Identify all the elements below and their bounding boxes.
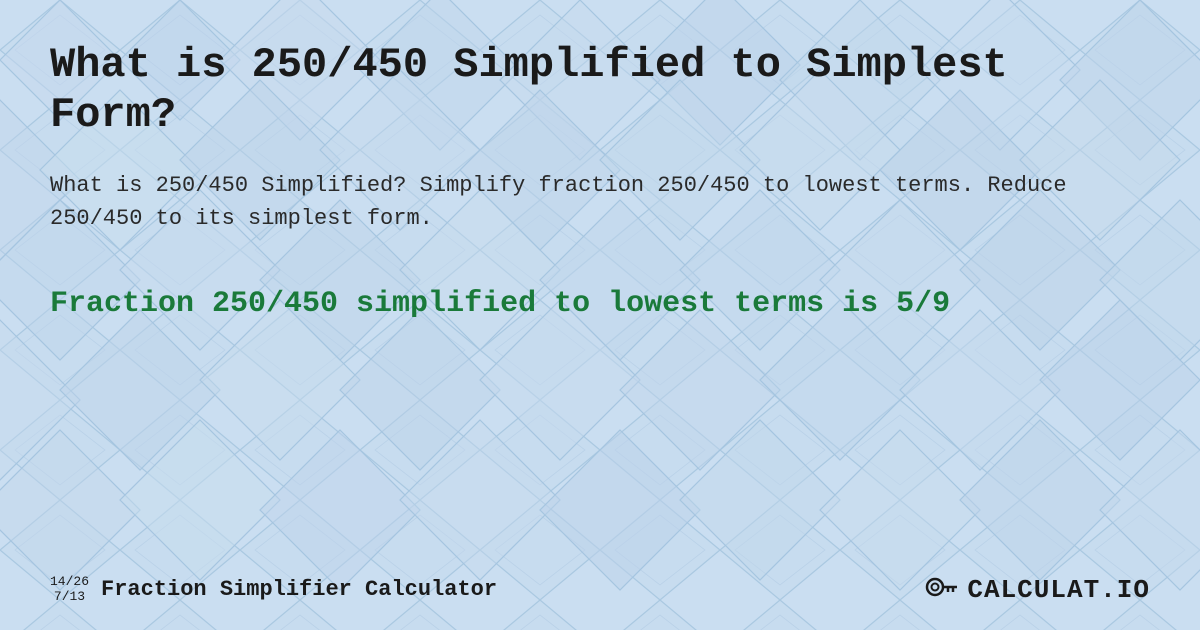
footer-brand: CALCULAT.IO [923, 569, 1150, 610]
brand-name: CALCULAT.IO [967, 575, 1150, 605]
calculator-icon [923, 569, 959, 610]
main-content: What is 250/450 Simplified to Simplest F… [0, 0, 1200, 354]
description-text: What is 250/450 Simplified? Simplify fra… [50, 169, 1150, 235]
fraction-top: 14/26 [50, 575, 89, 589]
site-label: Fraction Simplifier Calculator [101, 577, 497, 602]
footer: 14/26 7/13 Fraction Simplifier Calculato… [50, 569, 1150, 610]
footer-fractions: 14/26 7/13 [50, 575, 89, 604]
result-heading: Fraction 250/450 simplified to lowest te… [50, 285, 1150, 324]
page-title: What is 250/450 Simplified to Simplest F… [50, 40, 1150, 141]
footer-left: 14/26 7/13 Fraction Simplifier Calculato… [50, 575, 497, 604]
fraction-bottom: 7/13 [54, 590, 85, 604]
